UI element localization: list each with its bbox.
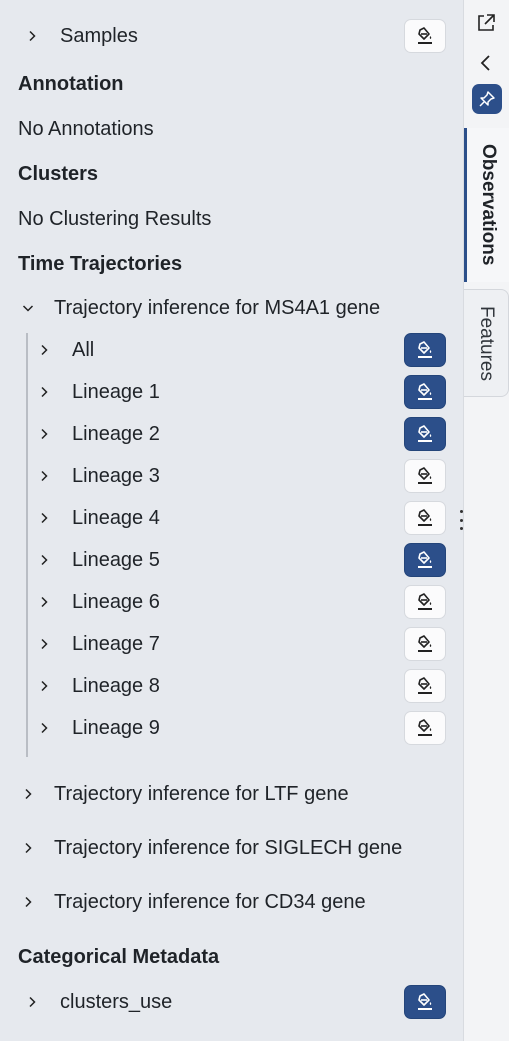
samples-label: Samples [60,25,138,47]
lineage-row-8[interactable]: Lineage 8 [0,668,464,704]
chevron-right-icon[interactable] [36,678,52,694]
lineage-row-5[interactable]: Lineage 5 [0,542,464,578]
paint-bucket-icon [418,467,432,484]
chevron-right-icon[interactable] [36,426,52,442]
samples-row[interactable]: Samples [0,18,464,54]
lineage-label: Lineage 9 [72,717,160,739]
lineage-label: Lineage 6 [72,591,160,613]
lineage-row-3[interactable]: Lineage 3 [0,458,464,494]
observations-panel: Samples Annotation No Annotations Cluste… [0,0,464,1041]
paint-bucket-button[interactable] [404,711,446,745]
trajectory-group-label: Trajectory inference for LTF gene [54,783,349,805]
chevron-right-icon[interactable] [36,636,52,652]
paint-bucket-button[interactable] [404,985,446,1019]
paint-bucket-icon [418,719,432,736]
external-link-icon[interactable] [473,10,499,36]
paint-bucket-button[interactable] [404,19,446,53]
clusters-empty-text: No Clustering Results [18,208,212,230]
paint-bucket-button[interactable] [404,585,446,619]
chevron-right-icon[interactable] [36,384,52,400]
chevron-right-icon[interactable] [36,594,52,610]
lineage-row-6[interactable]: Lineage 6 [0,584,464,620]
tab-features[interactable]: Features [464,289,509,397]
chevron-right-icon[interactable] [36,510,52,526]
lineage-row-all[interactable]: All [0,332,464,368]
chevron-right-icon[interactable] [36,342,52,358]
chevron-right-icon[interactable] [20,786,36,802]
trajectory-group-ms4a1[interactable]: Trajectory inference for MS4A1 gene [0,290,464,326]
lineage-label: All [72,339,95,361]
tab-label: Features [476,305,497,381]
paint-bucket-icon [418,677,432,694]
paint-bucket-button[interactable] [404,459,446,493]
lineage-label: Lineage 5 [72,549,160,571]
lineage-label: Lineage 8 [72,675,160,697]
paint-bucket-icon [418,425,432,442]
lineage-row-9[interactable]: Lineage 9 [0,710,464,746]
lineage-row-2[interactable]: Lineage 2 [0,416,464,452]
lineage-row-4[interactable]: Lineage 4 [0,500,464,536]
trajectory-group-label: Trajectory inference for SIGLECH gene [54,837,403,859]
tab-observations[interactable]: Observations [464,128,509,282]
trajectory-group-label: Trajectory inference for CD34 gene [54,891,366,913]
lineage-label: Lineage 4 [72,507,160,529]
lineage-label: Lineage 2 [72,423,160,445]
clusters-heading: Clusters [18,163,99,185]
chevron-right-icon[interactable] [24,994,40,1010]
paint-bucket-button[interactable] [404,333,446,367]
paint-bucket-icon [418,551,432,568]
annotation-empty-text: No Annotations [18,118,154,140]
categorical-label: clusters_use [60,991,173,1013]
pin-button[interactable] [472,84,502,114]
categorical-metadata-heading: Categorical Metadata [18,946,220,968]
paint-bucket-icon [418,993,432,1010]
lineage-label: Lineage 1 [72,381,160,403]
paint-bucket-icon [418,341,432,358]
lineage-label: Lineage 3 [72,465,160,487]
chevron-down-icon[interactable] [20,300,36,316]
trajectory-group-label: Trajectory inference for MS4A1 gene [54,297,381,319]
paint-bucket-button[interactable] [404,375,446,409]
paint-bucket-icon [418,383,432,400]
paint-bucket-button[interactable] [404,627,446,661]
paint-bucket-button[interactable] [404,501,446,535]
paint-bucket-button[interactable] [404,543,446,577]
chevron-right-icon[interactable] [20,840,36,856]
paint-bucket-icon [418,593,432,610]
paint-bucket-button[interactable] [404,669,446,703]
chevron-right-icon[interactable] [24,28,40,44]
paint-bucket-icon [418,509,432,526]
paint-bucket-icon [418,27,432,44]
lineage-row-7[interactable]: Lineage 7 [0,626,464,662]
chevron-left-icon[interactable] [473,50,499,76]
chevron-right-icon[interactable] [36,468,52,484]
pin-icon [479,91,495,107]
lineage-label: Lineage 7 [72,633,160,655]
annotation-heading: Annotation [18,73,124,95]
categorical-row-clusters-use[interactable]: clusters_use [0,984,464,1020]
tab-label: Observations [478,144,499,266]
paint-bucket-button[interactable] [404,417,446,451]
trajectory-group-cd34[interactable]: Trajectory inference for CD34 gene [0,884,464,920]
trajectory-group-ltf[interactable]: Trajectory inference for LTF gene [0,776,464,812]
chevron-right-icon[interactable] [36,720,52,736]
paint-bucket-icon [418,635,432,652]
time-trajectories-heading: Time Trajectories [18,253,183,275]
trajectory-group-siglech[interactable]: Trajectory inference for SIGLECH gene [0,830,464,866]
lineage-row-1[interactable]: Lineage 1 [0,374,464,410]
chevron-right-icon[interactable] [20,894,36,910]
chevron-right-icon[interactable] [36,552,52,568]
